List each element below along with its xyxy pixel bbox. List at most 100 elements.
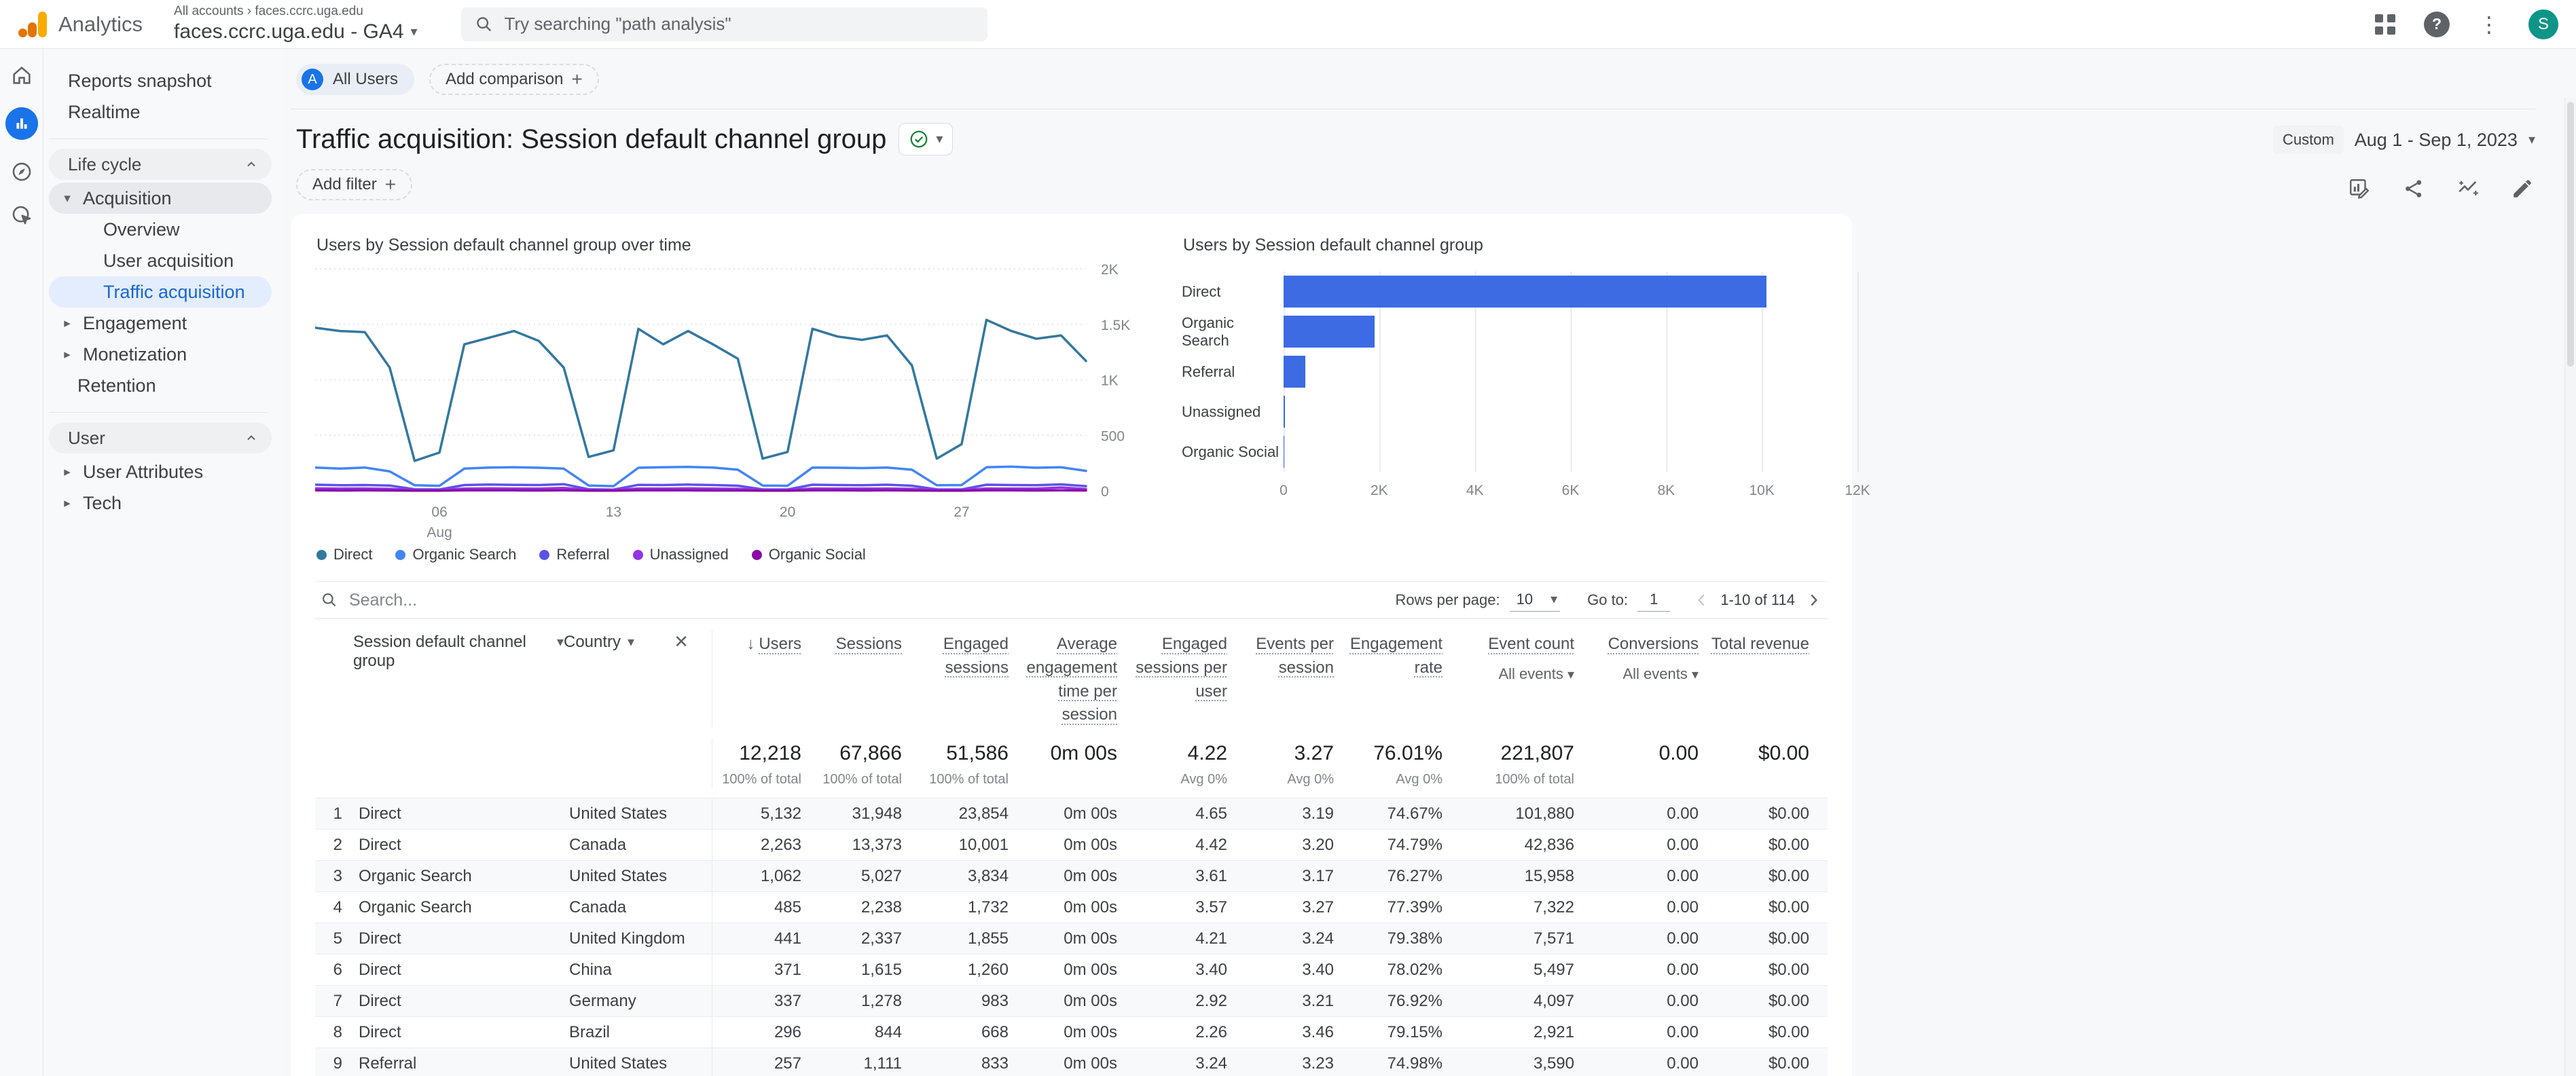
search-icon	[323, 593, 336, 607]
table-row[interactable]: 7 Direct Germany 337 1,278 983 0m 00s 2.92 3.21 7…	[315, 985, 1828, 1017]
table-search-input[interactable]: Search...	[321, 591, 417, 610]
cell-users: 5,132	[712, 798, 804, 830]
audience-chip-all-users[interactable]: A All Users	[296, 64, 415, 95]
collapse-arrow-icon[interactable]: ▾	[58, 191, 76, 206]
customize-report-icon[interactable]	[2348, 177, 2371, 200]
pagination-range: 1-10 of 114	[1720, 591, 1795, 608]
cell-engagement-rate: 79.15%	[1387, 1022, 1443, 1041]
legend-item-direct[interactable]: Direct	[316, 546, 372, 563]
insights-icon[interactable]	[2456, 177, 2480, 200]
column-header-total-revenue[interactable]: Total revenue	[1701, 630, 1812, 727]
sidebar-item-life-cycle[interactable]: Life cycle	[49, 149, 272, 180]
chevron-up-icon[interactable]	[243, 430, 259, 446]
table-row[interactable]: 6 Direct China 371 1,615 1,260 0m 00s 3.40 3.40 7…	[315, 954, 1828, 986]
remove-dimension-icon[interactable]: ✕	[674, 633, 689, 650]
channel-group-dimension-header[interactable]: Session default channel group ▾	[353, 630, 564, 727]
bar-unassigned[interactable]	[1284, 396, 1286, 428]
table-row[interactable]: 2 Direct Canada 2,263 13,373 10,001 0m 00s 4.42…	[315, 829, 1828, 861]
totals-cell: 76.01% Avg 0%	[1373, 742, 1443, 787]
sidebar-item-engagement[interactable]: ▸ Engagement	[43, 308, 281, 339]
cell-channel-group: Direct	[359, 835, 401, 854]
metric-sub-select[interactable]: All events ▾	[1452, 663, 1574, 685]
sidebar-item-retention[interactable]: Retention	[43, 370, 281, 401]
cell-average-engagement-time-per-session: 0m 00s	[1064, 897, 1117, 916]
sidebar-item-monetization[interactable]: ▸ Monetization	[43, 339, 281, 370]
cell-users: 441	[712, 923, 804, 954]
data-quality-button[interactable]: ▾	[899, 123, 954, 155]
sidebar-item-user-attributes[interactable]: ▸ User Attributes	[43, 456, 281, 487]
bar-referral[interactable]	[1284, 356, 1305, 388]
edit-icon[interactable]	[2511, 177, 2534, 200]
previous-page-icon[interactable]	[1693, 591, 1711, 609]
sidebar-item-user-acquisition[interactable]: User acquisition	[43, 245, 281, 276]
table-row[interactable]: 5 Direct United Kingdom 441 2,337 1,855 0m 00s…	[315, 923, 1828, 954]
column-header-average-engagement-time-per-session[interactable]: Average engagement time per session	[1011, 630, 1120, 727]
legend-item-referral[interactable]: Referral	[539, 546, 610, 563]
bar-chart[interactable]: Direct Organic Search Referral Unassigned Or…	[1182, 272, 1878, 472]
cell-engaged-sessions: 833	[981, 1054, 1009, 1073]
column-header-events-per-session[interactable]: Events per session	[1230, 630, 1337, 727]
column-header-event-count[interactable]: Event count All events ▾	[1445, 630, 1577, 727]
legend-item-organic-social[interactable]: Organic Social	[751, 546, 866, 563]
rows-per-page-select[interactable]: 10 ▾	[1509, 589, 1561, 612]
country-dimension-header[interactable]: Country ▾ ✕	[564, 630, 712, 727]
totals-cell: 221,807 100% of total	[1495, 742, 1574, 787]
table-row[interactable]: 8 Direct Brazil 296 844 668 0m 00s 2.26 3.46 79.1…	[315, 1016, 1828, 1048]
table-row[interactable]: 9 Referral United States 257 1,111 833 0m 00s 3…	[315, 1047, 1828, 1076]
scrollbar-thumb[interactable]	[2567, 102, 2574, 367]
bar-chart-x-axis: 0 2K 4K 6K 8K 10K 12K	[1280, 477, 1878, 504]
reports-icon[interactable]	[5, 107, 38, 140]
column-header-engagement-rate[interactable]: Engagement rate	[1337, 630, 1445, 727]
column-header-sessions[interactable]: Sessions	[804, 630, 905, 727]
sidebar-item-label: Acquisition	[83, 187, 172, 208]
expand-arrow-icon[interactable]: ▸	[58, 496, 76, 511]
cell-total-revenue: $0.00	[1768, 866, 1809, 885]
next-page-icon[interactable]	[1804, 591, 1822, 609]
more-menu-icon[interactable]: ⋮	[2478, 14, 2500, 35]
sidebar-item-user[interactable]: User	[49, 422, 272, 453]
metric-sub-select[interactable]: All events ▾	[1584, 663, 1699, 685]
sidebar-item-traffic-acquisition[interactable]: Traffic acquisition	[49, 276, 272, 308]
breadcrumb[interactable]: All accounts › faces.ccrc.uga.edu	[174, 4, 418, 19]
share-icon[interactable]	[2402, 177, 2425, 200]
analytics-logo-icon[interactable]	[18, 10, 50, 39]
column-header-conversions[interactable]: Conversions All events ▾	[1577, 630, 1701, 727]
expand-arrow-icon[interactable]: ▸	[58, 316, 76, 331]
expand-arrow-icon[interactable]: ▸	[58, 464, 76, 480]
table-row[interactable]: 3 Organic Search United States 1,062 5,027 3,…	[315, 860, 1828, 892]
add-comparison-button[interactable]: Add comparison +	[429, 64, 599, 95]
chevron-up-icon[interactable]	[243, 156, 259, 172]
bar-direct[interactable]	[1284, 276, 1766, 308]
add-filter-button[interactable]: Add filter +	[296, 169, 413, 200]
table-row[interactable]: 1 Direct United States 5,132 31,948 23,854 0m …	[315, 798, 1828, 830]
sidebar-item-reports-snapshot[interactable]: Reports snapshot	[43, 65, 281, 96]
expand-arrow-icon[interactable]: ▸	[58, 347, 76, 363]
column-header-users[interactable]: ↓ Users	[712, 630, 804, 728]
bar-chart-plot	[1284, 272, 1878, 472]
column-header-engaged-sessions[interactable]: Engaged sessions	[905, 630, 1011, 727]
goto-page-input[interactable]: 1	[1637, 589, 1671, 612]
page-scrollbar[interactable]	[2564, 98, 2576, 1076]
global-search-input[interactable]: Try searching "path analysis"	[460, 7, 987, 41]
bar-organic-search[interactable]	[1284, 316, 1375, 348]
sidebar-item-realtime[interactable]: Realtime	[43, 96, 281, 128]
column-header-engaged-sessions-per-user[interactable]: Engaged sessions per user	[1120, 630, 1230, 727]
breadcrumb-all-accounts[interactable]: All accounts	[174, 4, 243, 18]
property-selector[interactable]: faces.ccrc.uga.edu - GA4 ▾	[174, 20, 418, 44]
explore-icon[interactable]	[10, 160, 33, 183]
avatar[interactable]: S	[2528, 9, 2558, 39]
home-icon[interactable]	[10, 64, 33, 87]
apps-grid-icon[interactable]	[2375, 14, 2395, 35]
help-icon[interactable]: ?	[2424, 11, 2450, 37]
date-range-picker[interactable]: Custom Aug 1 - Sep 1, 2023 ▾	[2272, 123, 2535, 154]
sidebar-item-acquisition[interactable]: ▾ Acquisition	[49, 183, 272, 214]
advertising-icon[interactable]	[10, 204, 33, 227]
sidebar-item-tech[interactable]: ▸ Tech	[43, 487, 281, 519]
line-chart[interactable]: 0 500 1K 1.5K 2K 06 Aug 13 20 27	[315, 262, 1137, 542]
legend-item-organic-search[interactable]: Organic Search	[395, 546, 516, 563]
sidebar-item-overview[interactable]: Overview	[43, 214, 281, 245]
legend-item-unassigned[interactable]: Unassigned	[632, 546, 729, 563]
breadcrumb-property[interactable]: faces.ccrc.uga.edu	[255, 4, 363, 18]
cell-average-engagement-time-per-session: 0m 00s	[1064, 1054, 1117, 1073]
table-row[interactable]: 4 Organic Search Canada 485 2,238 1,732 0m 00s…	[315, 891, 1828, 923]
